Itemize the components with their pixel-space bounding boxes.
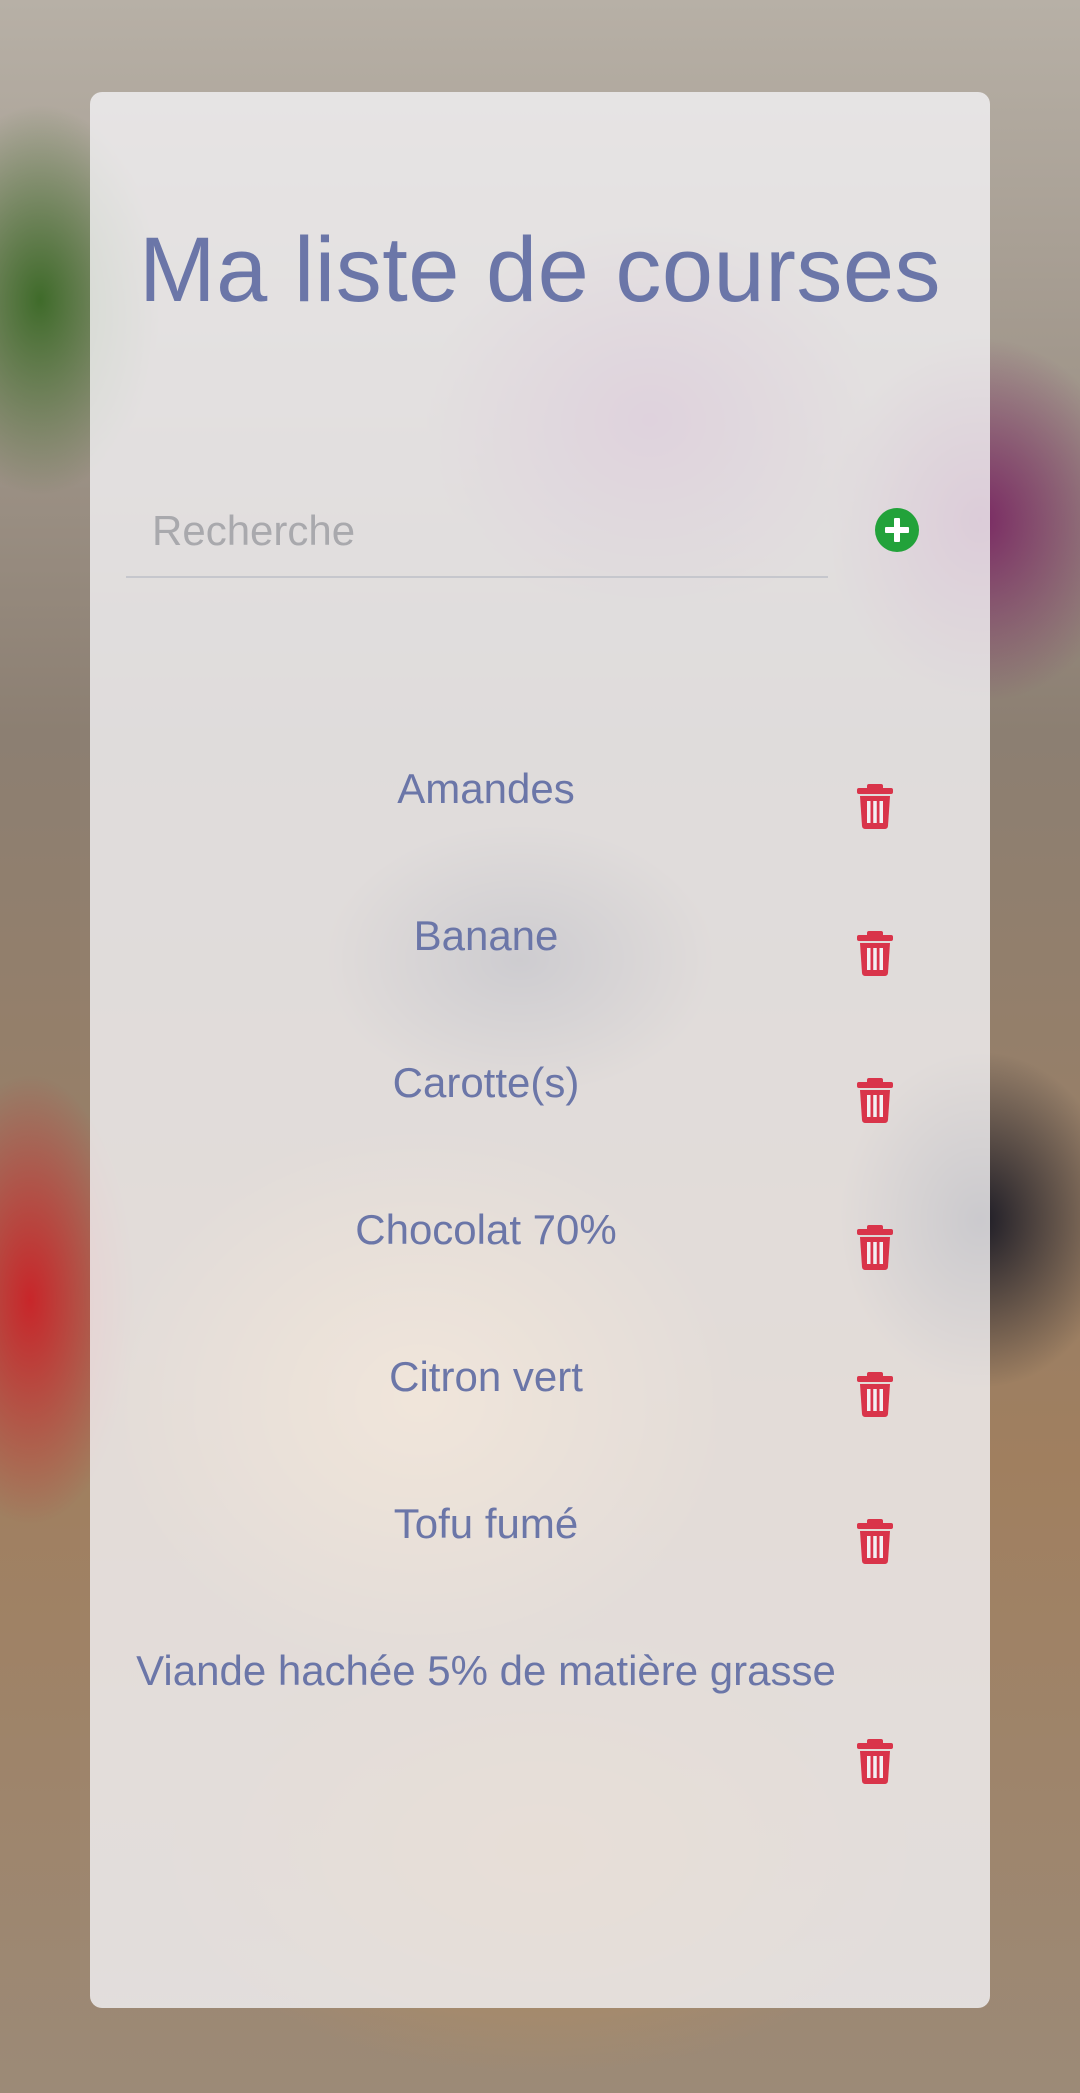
list-item: Banane (413, 912, 559, 959)
search-input[interactable] (150, 498, 814, 564)
delete-item-button[interactable] (854, 929, 896, 977)
list-item: Viande hachée 5% de matière grasse (136, 1647, 836, 1694)
trash-icon (857, 1739, 893, 1784)
list-item: Amandes (397, 765, 575, 812)
trash-icon (857, 1078, 893, 1123)
delete-item-button[interactable] (854, 1223, 896, 1271)
trash-icon (857, 1372, 893, 1417)
delete-item-button[interactable] (854, 1737, 896, 1785)
list-item: Carotte(s) (392, 1059, 580, 1106)
page-title: Ma liste de courses (138, 219, 942, 321)
trash-icon (857, 784, 893, 829)
plus-circle-icon (885, 518, 909, 542)
trash-icon (857, 1225, 893, 1270)
delete-item-button[interactable] (854, 1076, 896, 1124)
delete-item-button[interactable] (854, 1517, 896, 1565)
delete-item-button[interactable] (854, 1370, 896, 1418)
list-item: Chocolat 70% (355, 1206, 617, 1253)
trash-icon (857, 931, 893, 976)
trash-icon (857, 1519, 893, 1564)
add-item-button[interactable] (875, 508, 919, 552)
list-item: Citron vert (389, 1353, 583, 1400)
list-item: Tofu fumé (393, 1500, 579, 1547)
delete-item-button[interactable] (854, 782, 896, 830)
search-field[interactable] (126, 490, 828, 578)
